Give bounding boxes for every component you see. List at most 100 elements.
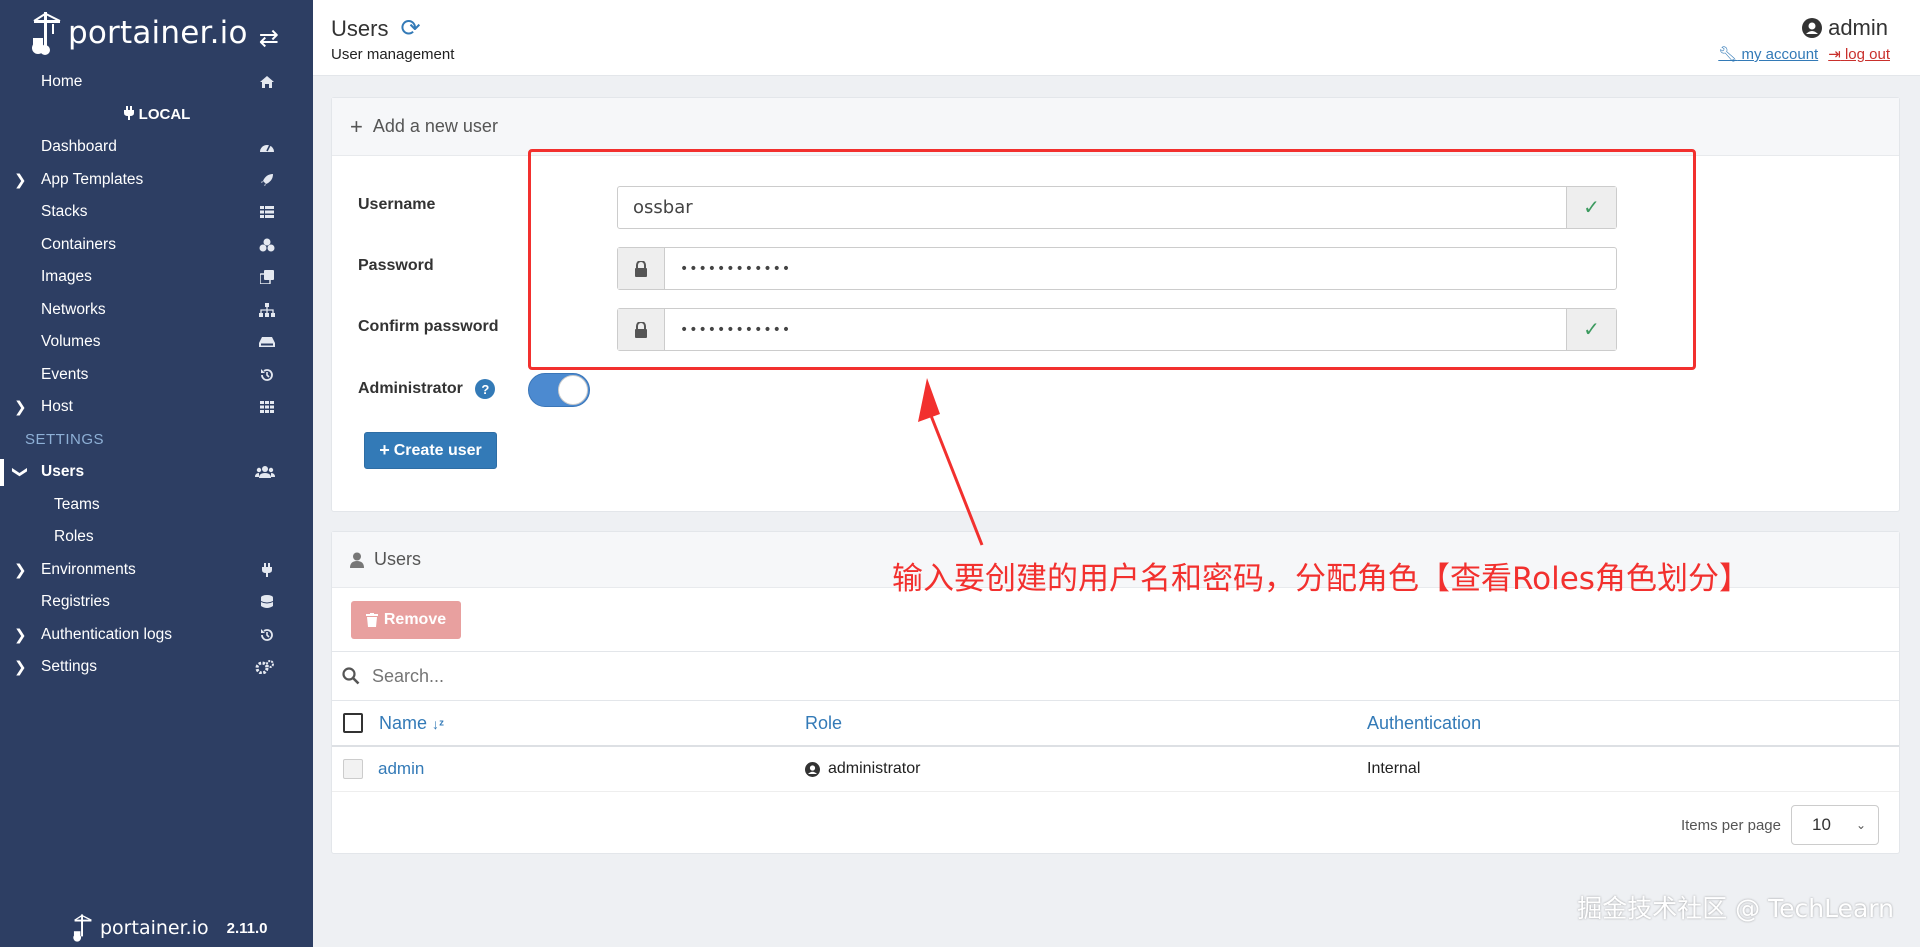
- add-user-header: + Add a new user: [332, 98, 1899, 156]
- user-icon: [350, 552, 364, 568]
- brand[interactable]: portainer.io ⇄: [0, 0, 313, 66]
- watermark: 掘金技术社区 @ TechLearn: [1577, 894, 1894, 923]
- crane-logo-icon: [32, 12, 61, 55]
- my-account-link[interactable]: 🔧︎ my account: [1718, 45, 1818, 63]
- current-user: admin: [1802, 15, 1888, 41]
- clone-icon: [259, 269, 275, 285]
- log-out-label: log out: [1844, 46, 1890, 63]
- administrator-toggle[interactable]: [528, 373, 590, 407]
- sidebar-item-label: App Templates: [41, 170, 144, 188]
- sidebar-item-networks[interactable]: Networks: [0, 294, 313, 327]
- sidebar-item-settings[interactable]: ❯ Settings: [0, 651, 313, 684]
- pagination: Items per page 10 ⌄: [1681, 805, 1879, 845]
- user-circle-icon: [1802, 18, 1823, 38]
- dashboard-icon: [259, 139, 275, 155]
- version-label: 2.11.0: [226, 919, 268, 937]
- password-field[interactable]: ••••••••••••: [617, 247, 1617, 290]
- page-subtitle: User management: [331, 46, 455, 63]
- sidebar-item-environments[interactable]: ❯ Environments: [0, 554, 313, 587]
- sidebar-item-label: Teams: [54, 495, 100, 513]
- hdd-icon: [259, 334, 275, 350]
- sidebar-item-label: Authentication logs: [41, 625, 172, 643]
- sidebar-item-authentication-logs[interactable]: ❯ Authentication logs: [0, 619, 313, 652]
- password-input[interactable]: ••••••••••••: [665, 248, 1616, 289]
- user-role-label: administrator: [828, 760, 921, 777]
- check-icon: ✓: [1566, 187, 1616, 228]
- check-icon: ✓: [1566, 309, 1616, 350]
- sidebar-item-roles[interactable]: Roles: [0, 521, 313, 554]
- search-bar: [332, 651, 1899, 701]
- confirm-password-field[interactable]: •••••••••••• ✓: [617, 308, 1617, 351]
- sidebar-item-label: Networks: [41, 300, 106, 318]
- plug-icon: [259, 562, 275, 578]
- page-header: Users ⟳ User management admin 🔧︎ my acco…: [313, 0, 1920, 76]
- sidebar-item-label: Containers: [41, 235, 116, 253]
- sidebar-item-stacks[interactable]: Stacks: [0, 196, 313, 229]
- user-authentication: Internal: [1367, 760, 1421, 777]
- sidebar-item-label: Images: [41, 268, 92, 286]
- table-row: admin administrator Internal: [332, 747, 1899, 792]
- sidebar-item-dashboard[interactable]: Dashboard: [0, 131, 313, 164]
- sidebar-item-label: Home: [41, 73, 83, 91]
- sidebar-item-teams[interactable]: Teams: [0, 489, 313, 522]
- history-icon: [259, 627, 275, 643]
- sidebar-nav: Home LOCAL Dashboard ❯ App Templates Sta…: [0, 66, 313, 684]
- my-account-label: my account: [1741, 46, 1819, 63]
- confirm-password-input[interactable]: ••••••••••••: [665, 309, 1566, 350]
- sitemap-icon: [259, 302, 275, 318]
- plus-icon: +: [350, 113, 363, 139]
- column-name[interactable]: Name ↓ᶻ: [379, 713, 444, 734]
- sidebar-item-label: Volumes: [41, 333, 101, 351]
- sidebar-section-settings: SETTINGS: [0, 424, 313, 457]
- username-input[interactable]: ossbar: [618, 187, 1566, 228]
- question-circle-icon[interactable]: ?: [475, 379, 496, 399]
- username-label: Username: [358, 196, 436, 213]
- create-user-button[interactable]: + Create user: [364, 432, 497, 469]
- chevron-right-icon: ❯: [14, 561, 27, 579]
- env-label: LOCAL: [138, 106, 191, 124]
- chevron-down-icon: ⌄: [1855, 818, 1866, 832]
- sidebar-item-app-templates[interactable]: ❯ App Templates: [0, 164, 313, 197]
- brand-name: portainer.io: [68, 15, 248, 51]
- row-checkbox[interactable]: [343, 759, 363, 779]
- add-user-title: Add a new user: [372, 116, 498, 136]
- column-authentication[interactable]: Authentication: [1367, 713, 1481, 734]
- confirm-password-label: Confirm password: [358, 318, 499, 335]
- remove-label: Remove: [383, 611, 447, 628]
- refresh-icon[interactable]: ⟳: [400, 14, 420, 43]
- column-name-label: Name: [379, 712, 428, 733]
- exchange-icon[interactable]: ⇄: [259, 24, 279, 53]
- create-user-label: Create user: [393, 441, 482, 459]
- sign-out-icon: ⇥: [1828, 46, 1841, 63]
- items-per-page-label: Items per page: [1680, 816, 1781, 834]
- users-list-title: Users: [374, 549, 422, 569]
- sidebar-item-registries[interactable]: Registries: [0, 586, 313, 619]
- search-input[interactable]: [372, 665, 972, 687]
- lock-icon: [618, 248, 665, 289]
- sidebar-item-home[interactable]: Home: [0, 66, 313, 99]
- sidebar-item-label: Host: [41, 398, 73, 416]
- sidebar-item-volumes[interactable]: Volumes: [0, 326, 313, 359]
- log-out-link[interactable]: ⇥ log out: [1828, 45, 1890, 63]
- sidebar-item-host[interactable]: ❯ Host: [0, 391, 313, 424]
- user-name-link[interactable]: admin: [378, 759, 424, 779]
- select-all-checkbox[interactable]: [343, 713, 363, 733]
- sidebar-item-containers[interactable]: Containers: [0, 229, 313, 262]
- wrench-icon: 🔧︎: [1718, 46, 1738, 63]
- administrator-label-text: Administrator: [358, 380, 463, 398]
- sidebar-item-images[interactable]: Images: [0, 261, 313, 294]
- chevron-right-icon: ❯: [14, 626, 27, 644]
- items-per-page-select[interactable]: 10 ⌄: [1791, 805, 1879, 845]
- sort-alpha-icon: ↓ᶻ: [432, 715, 445, 732]
- sidebar-footer: portainer.io 2.11.0: [72, 913, 268, 943]
- sidebar-item-events[interactable]: Events: [0, 359, 313, 392]
- sidebar-item-users[interactable]: ❯ Users: [0, 456, 313, 489]
- sidebar-env-local: LOCAL: [0, 99, 313, 132]
- column-role[interactable]: Role: [805, 713, 842, 734]
- database-icon: [259, 594, 275, 610]
- th-icon: [259, 399, 275, 415]
- remove-button[interactable]: Remove: [351, 601, 461, 639]
- cogs-icon: [255, 659, 275, 675]
- chevron-right-icon: ❯: [14, 171, 27, 189]
- username-field[interactable]: ossbar ✓: [617, 186, 1617, 229]
